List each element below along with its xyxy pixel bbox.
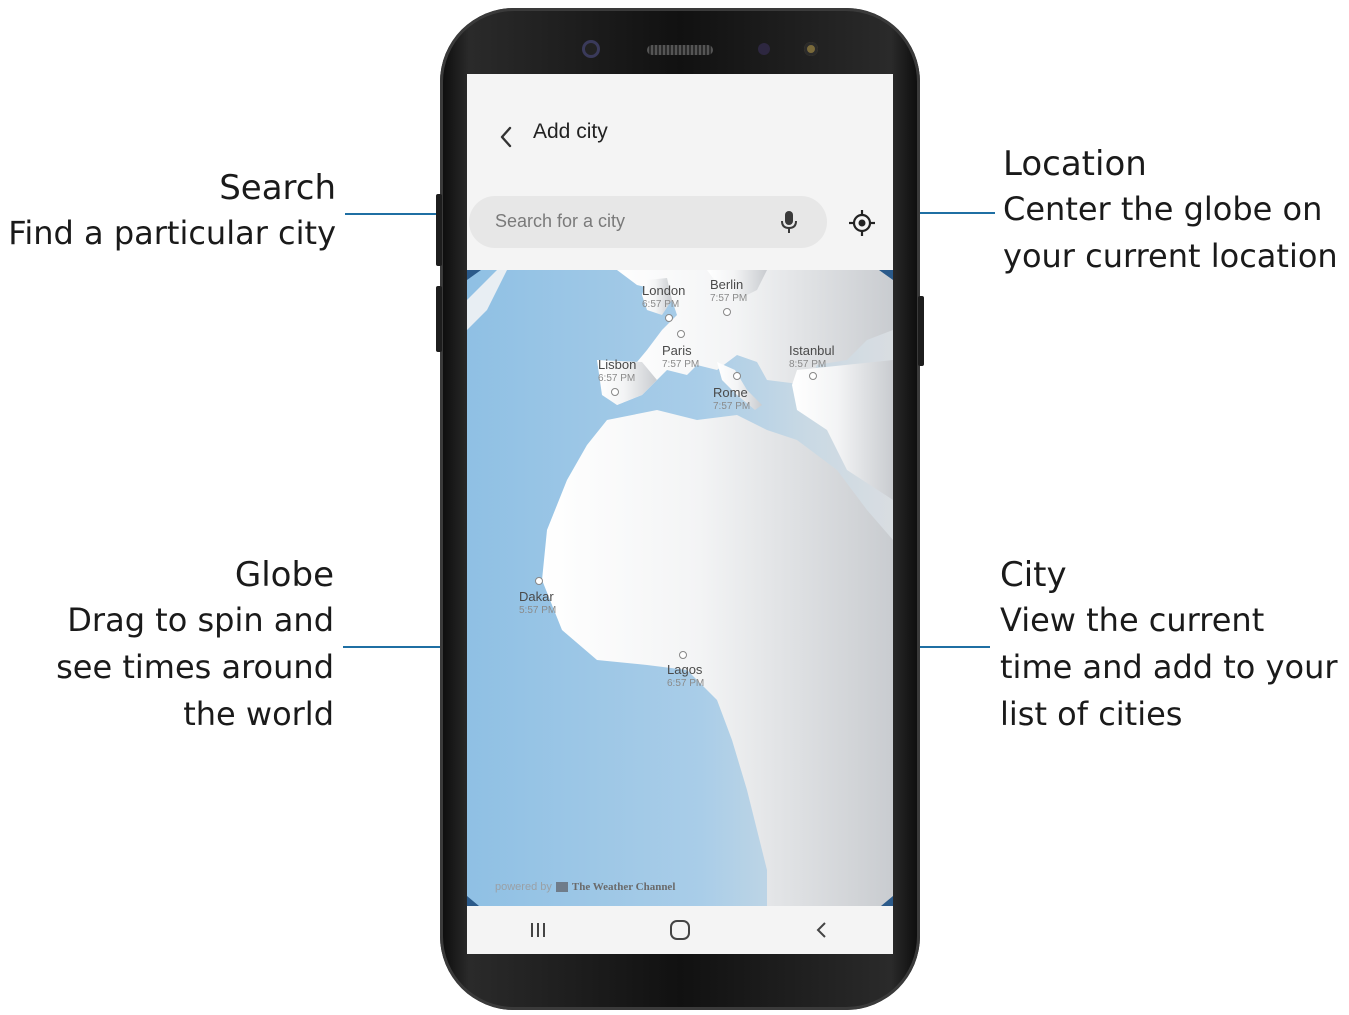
city-time: 7:57 PM — [710, 293, 748, 304]
city-name: Paris — [662, 343, 692, 358]
nav-back-button[interactable] — [802, 910, 842, 950]
city-dot-istanbul[interactable] — [809, 372, 817, 380]
city-time: 7:57 PM — [662, 359, 700, 370]
weather-channel-attribution: powered by The Weather Channel — [495, 881, 675, 893]
weather-channel-logo-icon — [555, 882, 568, 892]
city-callout-line-1: View the current — [1000, 601, 1265, 639]
home-icon — [670, 920, 690, 940]
page-title: Add city — [533, 120, 608, 143]
back-icon — [816, 922, 826, 938]
app-bar: Add city — [467, 74, 893, 194]
globe-map[interactable]: London 6:57 PM Berlin 7:57 PM Paris 7:57… — [467, 270, 893, 906]
back-button[interactable] — [489, 120, 523, 154]
crosshair-location-icon[interactable] — [847, 208, 877, 238]
system-navigation-bar — [467, 906, 893, 954]
volume-button — [436, 194, 442, 266]
phone-screen: Add city Search for a city London 6:57 P… — [467, 74, 893, 954]
earpiece-speaker — [647, 45, 713, 55]
attribution-prefix: powered by — [495, 881, 552, 893]
city-london[interactable]: London 6:57 PM — [642, 284, 685, 312]
location-callout: Location Center the globe on your curren… — [1003, 142, 1348, 280]
search-callout-title: Search — [219, 168, 336, 208]
proximity-sensor-icon — [758, 43, 770, 55]
globe-callout: Globe Drag to spin and see times around … — [14, 553, 334, 738]
location-callout-line-1: Center the globe on — [1003, 190, 1323, 228]
globe-callout-line-3: the world — [183, 695, 334, 733]
city-rome[interactable]: Rome 7:57 PM — [713, 386, 750, 414]
location-callout-title: Location — [1003, 144, 1147, 184]
city-time: 5:57 PM — [519, 605, 557, 616]
recent-apps-icon — [531, 923, 545, 937]
city-lisbon[interactable]: Lisbon 6:57 PM — [598, 358, 636, 386]
city-dot-dakar[interactable] — [535, 577, 543, 585]
city-name: London — [642, 283, 686, 298]
city-time: 8:57 PM — [789, 359, 827, 370]
city-name: Istanbul — [789, 343, 835, 358]
search-placeholder: Search for a city — [495, 211, 626, 231]
attribution-brand: The Weather Channel — [571, 881, 676, 893]
city-name: Berlin — [710, 277, 744, 292]
city-dot-paris[interactable] — [677, 330, 685, 338]
city-dot-lisbon[interactable] — [611, 388, 619, 396]
city-name: Lagos — [667, 662, 703, 677]
power-button — [918, 296, 924, 366]
globe-callout-line-2: see times around — [56, 648, 334, 686]
city-name: Lisbon — [598, 357, 637, 372]
phone-frame: Add city Search for a city London 6:57 P… — [436, 8, 924, 1010]
city-name: Dakar — [519, 589, 554, 604]
globe-callout-line-1: Drag to spin and — [67, 601, 334, 639]
city-dot-berlin[interactable] — [723, 308, 731, 316]
search-callout-description: Find a particular city — [8, 214, 336, 252]
microphone-icon[interactable] — [777, 209, 801, 235]
city-time: 6:57 PM — [667, 678, 705, 689]
recent-apps-button[interactable] — [518, 910, 558, 950]
city-callout-line-3: list of cities — [1000, 695, 1183, 733]
bixby-button — [436, 286, 442, 352]
city-callout-line-2: time and add to your — [1000, 648, 1338, 686]
location-callout-line-2: your current location — [1003, 237, 1338, 275]
front-camera-icon — [582, 40, 600, 58]
front-flash-icon — [804, 42, 818, 56]
stage: Search Find a particular city Globe Drag… — [0, 0, 1349, 1015]
search-input[interactable]: Search for a city — [469, 196, 827, 248]
city-time: 7:57 PM — [713, 401, 751, 412]
city-time: 6:57 PM — [642, 299, 680, 310]
chevron-left-icon — [500, 126, 512, 148]
city-name: Rome — [713, 385, 748, 400]
city-dakar[interactable]: Dakar 5:57 PM — [519, 590, 556, 618]
city-dot-rome[interactable] — [733, 372, 741, 380]
city-time: 6:57 PM — [598, 373, 636, 384]
city-istanbul[interactable]: Istanbul 8:57 PM — [789, 344, 835, 372]
city-paris[interactable]: Paris 7:57 PM — [662, 344, 699, 372]
city-callout: City View the current time and add to yo… — [1000, 553, 1345, 738]
globe-callout-title: Globe — [234, 555, 334, 595]
home-button[interactable] — [660, 910, 700, 950]
city-dot-london[interactable] — [665, 314, 673, 322]
city-dot-lagos[interactable] — [679, 651, 687, 659]
city-berlin[interactable]: Berlin 7:57 PM — [710, 278, 747, 306]
city-callout-title: City — [1000, 555, 1067, 595]
city-lagos[interactable]: Lagos 6:57 PM — [667, 663, 704, 691]
search-callout: Search Find a particular city — [0, 166, 336, 257]
